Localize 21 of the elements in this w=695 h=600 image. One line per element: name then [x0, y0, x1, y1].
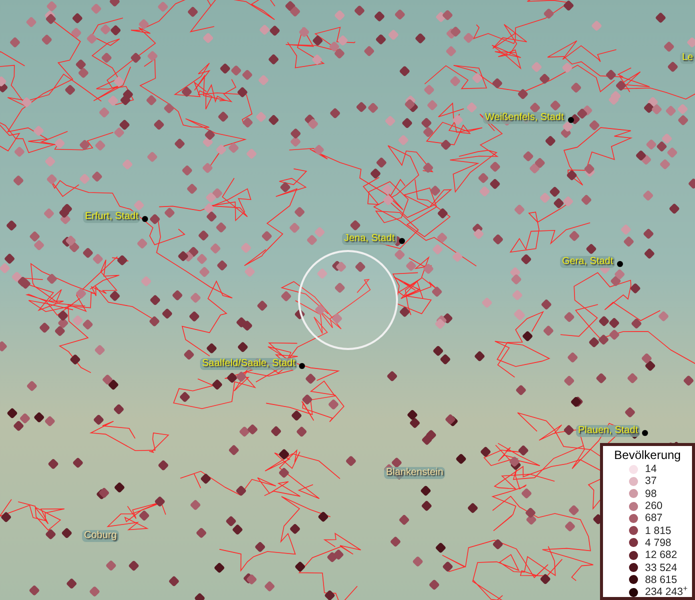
place-label: Le: [680, 52, 695, 64]
legend-label: 1 815: [645, 524, 672, 537]
legend-title: Bevölkerung: [613, 448, 682, 463]
legend-label: 687: [645, 512, 663, 524]
place-label: Gera, Stadt: [560, 256, 616, 268]
legend-label: 37: [645, 475, 657, 488]
legend-label: 98: [645, 488, 657, 500]
place-label: Coburg: [82, 530, 119, 542]
legend-label: 88 615: [645, 574, 678, 586]
legend-label: 234 243$^{+}$: [645, 586, 688, 598]
legend-label: 260: [645, 500, 663, 512]
place-label: Plauen, Stadt: [576, 425, 640, 437]
place-label: Blankenstein: [384, 467, 446, 479]
legend-label: 4 798: [645, 536, 672, 549]
place-label: Jena, Stadt: [342, 233, 397, 245]
place-label: Saalfeld/Saale, Stadt: [200, 358, 298, 370]
place-label: Erfurt, Stadt: [83, 211, 140, 223]
legend-label: 12 682: [645, 549, 678, 562]
legend-label: 33 524: [645, 562, 678, 574]
place-label: Weißenfels, Stadt: [483, 112, 566, 124]
legend-label: 14: [645, 463, 657, 476]
